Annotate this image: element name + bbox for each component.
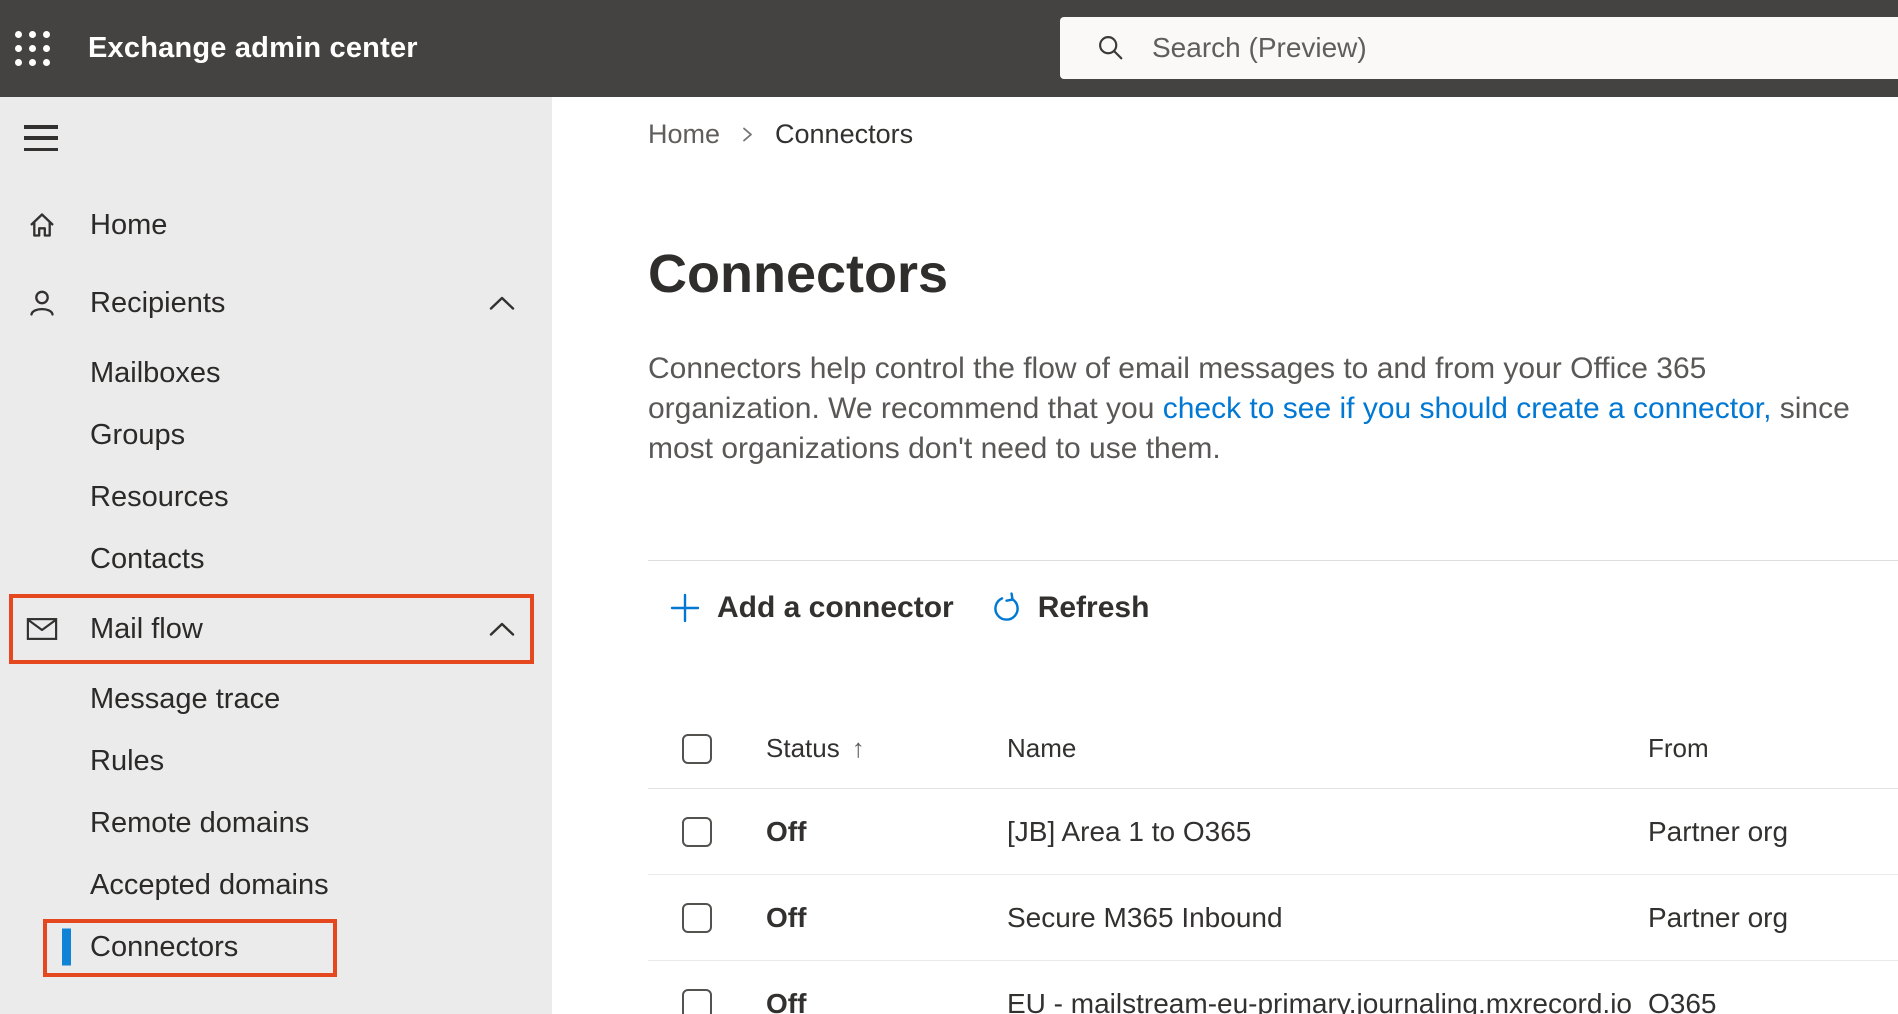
sidebar-item-label: Recipients bbox=[90, 286, 226, 319]
app-launcher-button[interactable] bbox=[0, 0, 64, 97]
table-body: Off [JB] Area 1 to O365 Partner org Off Secu… bbox=[648, 789, 1898, 1014]
cell-from: Partner org bbox=[1648, 901, 1789, 933]
command-bar: Add a connector Refresh bbox=[648, 583, 1898, 633]
cell-status: Off bbox=[766, 815, 807, 847]
page-description: Connectors help control the flow of emai… bbox=[648, 349, 1860, 469]
home-icon bbox=[26, 209, 58, 241]
waffle-icon bbox=[14, 31, 50, 66]
sidebar-item-label: Mail flow bbox=[90, 612, 203, 645]
top-bar: Exchange admin center bbox=[0, 0, 1898, 97]
section-divider bbox=[648, 560, 1898, 561]
sort-ascending-icon: ↑ bbox=[851, 733, 865, 763]
main-content: Home Connectors Connectors Connectors he… bbox=[552, 97, 1898, 1014]
row-checkbox[interactable] bbox=[682, 816, 712, 847]
search-input[interactable] bbox=[1152, 17, 1898, 79]
sidebar-item-resources[interactable]: Resources bbox=[0, 466, 552, 528]
status-header-label: Status bbox=[766, 733, 840, 763]
name-header-label: Name bbox=[1007, 733, 1077, 763]
cell-name: EU - mailstream-eu-primary.journaling.mx… bbox=[1007, 987, 1632, 1014]
plus-icon bbox=[670, 593, 700, 623]
sidebar-item-label: Resources bbox=[90, 480, 229, 513]
app-title: Exchange admin center bbox=[88, 32, 418, 64]
refresh-label: Refresh bbox=[1037, 591, 1150, 624]
sidebar-item-label: Groups bbox=[90, 418, 186, 451]
sidebar: Home Recipients Mailboxes Groups Resources Co… bbox=[0, 97, 552, 1014]
sidebar-item-label: Remote domains bbox=[90, 806, 310, 839]
chevron-up-icon bbox=[488, 295, 516, 311]
mail-icon bbox=[26, 613, 58, 645]
cell-status: Off bbox=[766, 901, 807, 933]
cell-name: Secure M365 Inbound bbox=[1007, 901, 1283, 933]
from-header-label: From bbox=[1648, 733, 1709, 763]
select-all-checkbox[interactable] bbox=[682, 733, 712, 764]
sidebar-item-label: Message trace bbox=[90, 682, 281, 715]
add-connector-label: Add a connector bbox=[717, 591, 954, 624]
refresh-button[interactable]: Refresh bbox=[990, 591, 1150, 625]
column-header-name[interactable]: Name bbox=[1007, 733, 1648, 764]
sidebar-item-rules[interactable]: Rules bbox=[0, 730, 552, 792]
sidebar-item-label: Home bbox=[90, 208, 168, 241]
sidebar-item-label: Connectors bbox=[90, 930, 239, 963]
breadcrumb: Home Connectors bbox=[648, 119, 1898, 149]
cell-from: O365 bbox=[1648, 987, 1717, 1014]
sidebar-item-mail-flow[interactable]: Mail flow bbox=[0, 594, 552, 664]
create-connector-check-link[interactable]: check to see if you should create a conn… bbox=[1163, 392, 1772, 425]
sidebar-item-label: Rules bbox=[90, 744, 165, 777]
table-row[interactable]: Off [JB] Area 1 to O365 Partner org bbox=[648, 789, 1898, 875]
search-box bbox=[1060, 17, 1898, 79]
selected-indicator bbox=[62, 928, 71, 966]
search-icon bbox=[1099, 36, 1123, 60]
sidebar-item-remote-domains[interactable]: Remote domains bbox=[0, 792, 552, 854]
sidebar-item-label: Accepted domains bbox=[90, 868, 329, 901]
sidebar-nav: Home Recipients Mailboxes Groups Resources Co… bbox=[0, 186, 552, 978]
sidebar-item-groups[interactable]: Groups bbox=[0, 404, 552, 466]
sidebar-item-home[interactable]: Home bbox=[0, 193, 552, 257]
page-title: Connectors bbox=[648, 244, 949, 304]
row-checkbox[interactable] bbox=[682, 902, 712, 933]
sidebar-item-contacts[interactable]: Contacts bbox=[0, 528, 552, 590]
sidebar-item-connectors[interactable]: Connectors bbox=[0, 916, 552, 978]
chevron-right-icon bbox=[743, 127, 752, 141]
row-checkbox[interactable] bbox=[682, 988, 712, 1014]
sidebar-item-mailboxes[interactable]: Mailboxes bbox=[0, 342, 552, 404]
sidebar-item-label: Contacts bbox=[90, 542, 205, 575]
chevron-up-icon bbox=[488, 621, 516, 637]
column-header-status[interactable]: Status ↑ bbox=[766, 733, 1007, 764]
refresh-icon bbox=[993, 591, 1019, 621]
table-row[interactable]: Off Secure M365 Inbound Partner org bbox=[648, 875, 1898, 961]
sidebar-item-recipients[interactable]: Recipients bbox=[0, 271, 552, 335]
person-icon bbox=[26, 287, 58, 319]
column-header-from[interactable]: From bbox=[1648, 733, 1898, 764]
breadcrumb-current: Connectors bbox=[775, 118, 914, 149]
cell-name: [JB] Area 1 to O365 bbox=[1007, 815, 1252, 847]
cell-from: Partner org bbox=[1648, 815, 1789, 847]
breadcrumb-home[interactable]: Home bbox=[648, 119, 720, 150]
nav-collapse-button[interactable] bbox=[24, 123, 60, 153]
table-header-row: Status ↑ Name From bbox=[648, 709, 1898, 789]
table-row[interactable]: Off EU - mailstream-eu-primary.journaling… bbox=[648, 961, 1898, 1014]
connectors-table: Status ↑ Name From Off [JB] Area 1 to O36… bbox=[648, 709, 1898, 1014]
sidebar-item-label: Mailboxes bbox=[90, 356, 221, 389]
add-connector-button[interactable]: Add a connector bbox=[668, 591, 954, 625]
sidebar-item-accepted-domains[interactable]: Accepted domains bbox=[0, 854, 552, 916]
annotation-box bbox=[9, 594, 534, 664]
cell-status: Off bbox=[766, 987, 807, 1014]
sidebar-item-message-trace[interactable]: Message trace bbox=[0, 668, 552, 730]
